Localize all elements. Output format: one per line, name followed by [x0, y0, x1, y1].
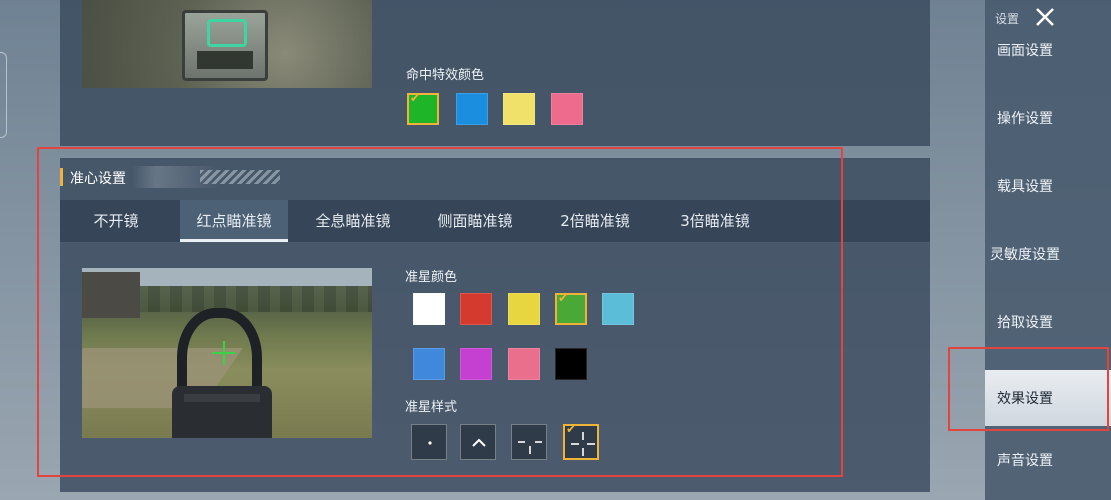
sidebar-item-sensitivity[interactable]: 灵敏度设置 [985, 244, 1111, 274]
crate-marking [207, 19, 247, 47]
sidebar-item-label: 灵敏度设置 [990, 247, 1060, 263]
sidebar-item-sound[interactable]: 声音设置 [985, 450, 1111, 480]
hit-effect-preview-image [82, 0, 372, 88]
crate-illustration [182, 10, 268, 81]
hit-effect-color-swatch[interactable] [503, 93, 535, 125]
sidebar-item-controls[interactable]: 操作设置 [985, 108, 1111, 138]
sidebar-item-label: 载具设置 [997, 179, 1053, 195]
selected-check-icon: ✔ [410, 91, 421, 105]
crosshair-highlight-box [37, 147, 843, 477]
close-icon[interactable] [1034, 6, 1056, 28]
sidebar-item-vehicle[interactable]: 载具设置 [985, 176, 1111, 206]
sidebar-item-pickup[interactable]: 拾取设置 [985, 312, 1111, 342]
hit-effect-color-swatch[interactable] [551, 93, 583, 125]
sidebar-item-label: 拾取设置 [997, 315, 1053, 331]
hit-effect-color-swatch[interactable]: ✔ [407, 91, 439, 125]
sidebar-item-label: 声音设置 [997, 453, 1053, 469]
settings-header: 设置 [995, 12, 1020, 26]
crate-panel [197, 51, 253, 69]
sidebar-item-label: 操作设置 [997, 111, 1053, 127]
left-edge-handle[interactable] [0, 52, 7, 138]
sidebar-item-label: 画面设置 [997, 43, 1053, 59]
hit-effect-color-swatch[interactable] [456, 93, 488, 125]
hit-effect-color-label: 命中特效颜色 [406, 68, 485, 83]
sidebar-highlight-box [948, 347, 1109, 431]
sidebar-item-display[interactable]: 画面设置 [985, 40, 1111, 70]
